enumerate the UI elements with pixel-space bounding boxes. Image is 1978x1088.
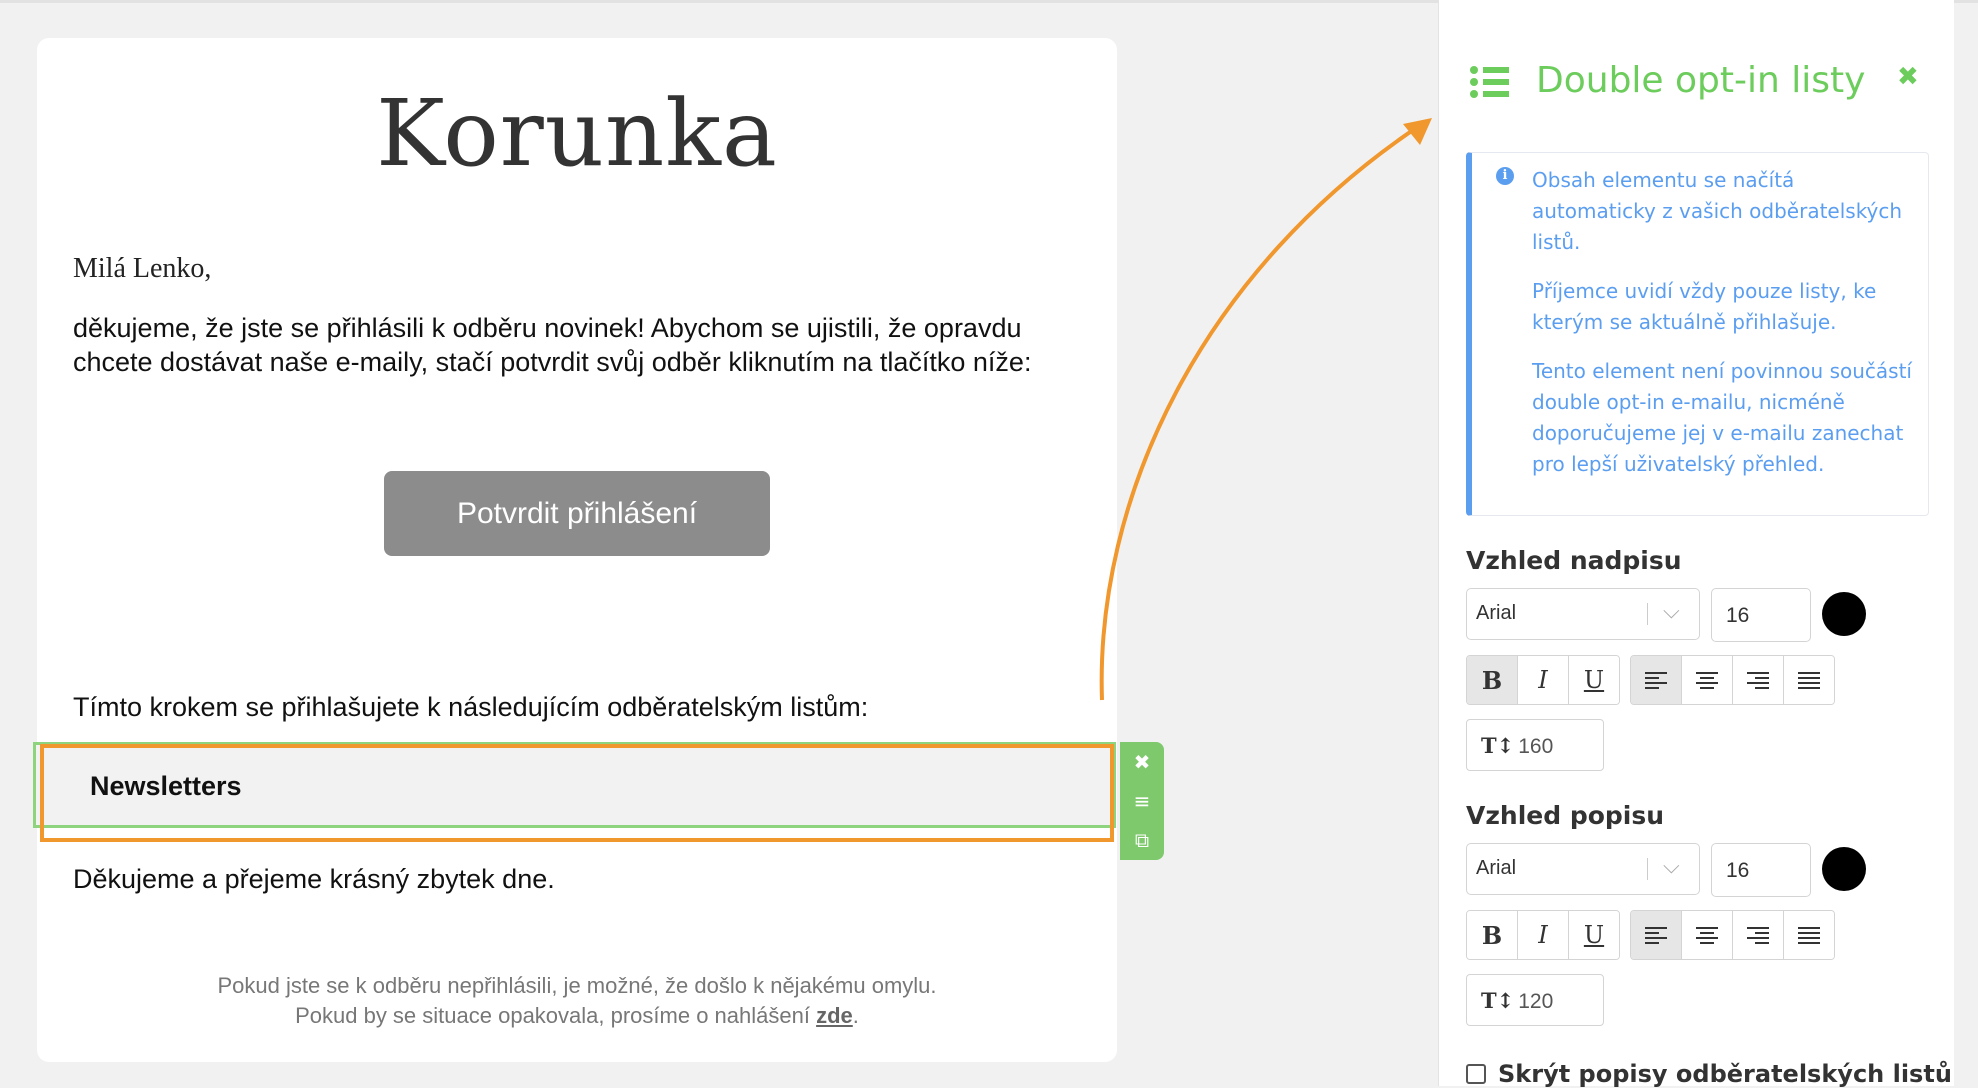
align-justify-button[interactable]: [1784, 911, 1834, 959]
info-paragraph: Tento element není povinnou součástí dou…: [1532, 359, 1912, 476]
info-icon: i: [1496, 167, 1514, 185]
description-line-height-input[interactable]: T↕ 120: [1466, 974, 1604, 1026]
hide-descriptions-label: Skrýt popisy odběratelských listů: [1498, 1060, 1952, 1088]
align-justify-icon: [1798, 927, 1820, 944]
select-separator: [1647, 858, 1648, 880]
align-center-icon: [1696, 672, 1718, 689]
align-left-icon: [1645, 927, 1667, 944]
heading-line-height-value: 160: [1518, 735, 1554, 758]
italic-button[interactable]: I: [1518, 911, 1569, 959]
description-line-height-value: 120: [1518, 990, 1554, 1013]
description-format-group: B I U: [1466, 910, 1620, 960]
heading-font-select[interactable]: Arial ⌵: [1466, 588, 1700, 640]
description-align-group: [1630, 910, 1835, 960]
bold-button[interactable]: B: [1467, 656, 1518, 704]
align-right-icon: [1747, 672, 1769, 689]
heading-font-size-input[interactable]: 16: [1711, 588, 1811, 642]
line-height-icon: T↕: [1481, 988, 1515, 1013]
panel-title: Double opt-in listy: [1536, 60, 1866, 101]
align-left-icon: [1645, 672, 1667, 689]
align-justify-icon: [1798, 672, 1820, 689]
italic-button[interactable]: I: [1518, 656, 1569, 704]
align-center-button[interactable]: [1682, 911, 1733, 959]
close-panel-icon[interactable]: ✖: [1897, 62, 1919, 92]
hide-descriptions-checkbox[interactable]: [1466, 1064, 1486, 1084]
bold-button[interactable]: B: [1467, 911, 1518, 959]
align-center-icon: [1696, 927, 1718, 944]
description-style-label: Vzhled popisu: [1466, 801, 1665, 830]
align-justify-button[interactable]: [1784, 656, 1834, 704]
hide-descriptions-option[interactable]: Skrýt popisy odběratelských listů: [1466, 1060, 1952, 1088]
list-icon: [1470, 66, 1509, 98]
align-left-button[interactable]: [1631, 911, 1682, 959]
description-color-picker[interactable]: [1822, 847, 1866, 891]
info-paragraph: Příjemce uvidí vždy pouze listy, ke kter…: [1532, 279, 1877, 334]
info-paragraph: Obsah elementu se načítá automaticky z v…: [1532, 168, 1903, 254]
chevron-down-icon: ⌵: [1663, 598, 1680, 623]
description-font-value: Arial: [1476, 857, 1517, 879]
underline-button[interactable]: U: [1569, 911, 1619, 959]
select-separator: [1647, 603, 1648, 625]
underline-button[interactable]: U: [1569, 656, 1619, 704]
description-font-select[interactable]: Arial ⌵: [1466, 843, 1700, 895]
description-font-size-input[interactable]: 16: [1711, 843, 1811, 897]
heading-format-group: B I U: [1466, 655, 1620, 705]
align-center-button[interactable]: [1682, 656, 1733, 704]
align-right-button[interactable]: [1733, 656, 1784, 704]
heading-color-picker[interactable]: [1822, 592, 1866, 636]
info-text: Obsah elementu se načítá automaticky z v…: [1532, 165, 1917, 498]
align-left-button[interactable]: [1631, 656, 1682, 704]
info-box: i Obsah elementu se načítá automaticky z…: [1466, 152, 1929, 516]
chevron-down-icon: ⌵: [1663, 853, 1680, 878]
heading-font-value: Arial: [1476, 602, 1517, 624]
heading-style-label: Vzhled nadpisu: [1466, 546, 1682, 575]
line-height-icon: T↕: [1481, 733, 1515, 758]
settings-panel: Double opt-in listy ✖ i Obsah elementu s…: [1438, 0, 1954, 1088]
heading-align-group: [1630, 655, 1835, 705]
align-right-icon: [1747, 927, 1769, 944]
align-right-button[interactable]: [1733, 911, 1784, 959]
heading-line-height-input[interactable]: T↕ 160: [1466, 719, 1604, 771]
